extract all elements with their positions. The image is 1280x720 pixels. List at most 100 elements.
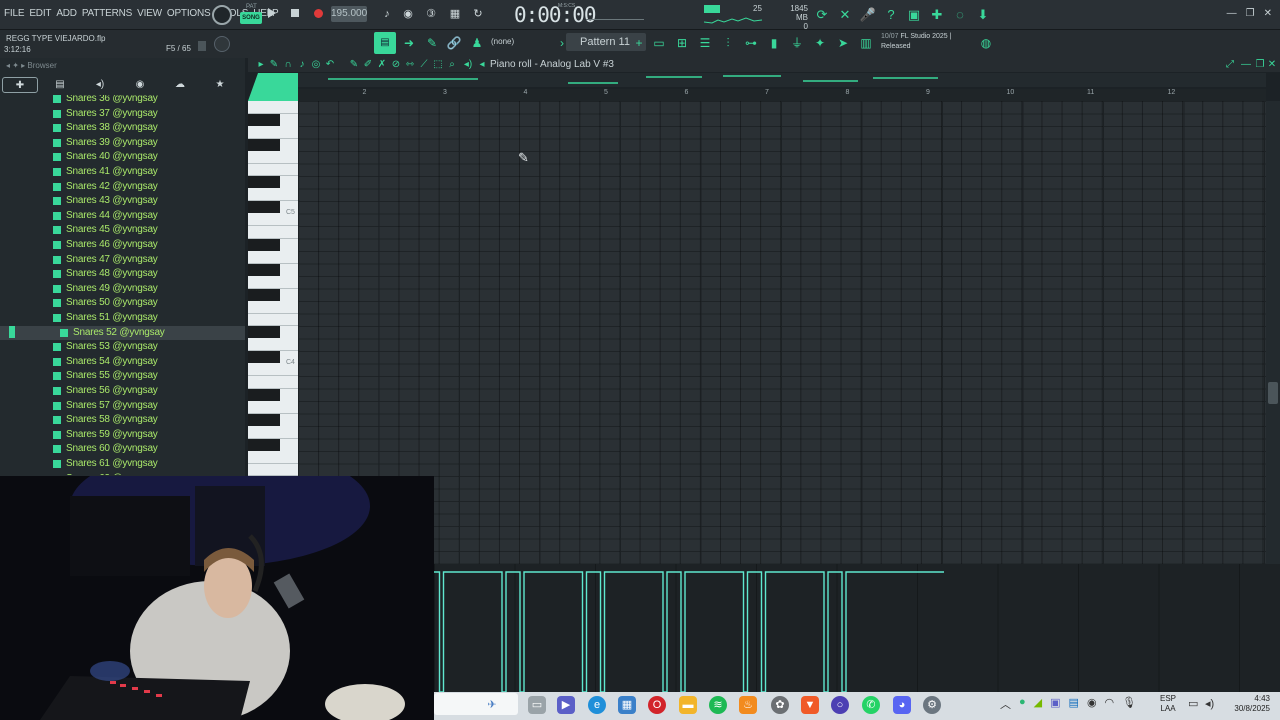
black-key[interactable] bbox=[248, 413, 280, 426]
detach-icon[interactable]: ⤢ bbox=[1224, 59, 1236, 71]
black-key[interactable] bbox=[248, 176, 280, 188]
store-icon[interactable]: ▦ bbox=[618, 696, 636, 714]
close-icon[interactable]: ✕ bbox=[1264, 8, 1272, 19]
metronome-icon[interactable]: ♪ bbox=[378, 7, 396, 21]
channel-rack-icon[interactable]: ⊞ bbox=[673, 35, 691, 51]
vertical-scrollbar[interactable] bbox=[1266, 101, 1280, 564]
tray-green-icon[interactable]: ● bbox=[1019, 696, 1026, 712]
browser-tree-icon[interactable]: ⊶ bbox=[742, 35, 760, 51]
record-button[interactable] bbox=[314, 9, 323, 18]
black-key[interactable] bbox=[248, 326, 280, 338]
menu-options[interactable]: OPTIONS bbox=[167, 8, 211, 19]
menu-edit[interactable]: EDIT bbox=[29, 8, 51, 19]
menu-file[interactable]: FILE bbox=[4, 8, 25, 19]
browser-item[interactable]: Snares 38 @yvngsay bbox=[0, 121, 245, 136]
undo-icon[interactable]: ↶ bbox=[324, 59, 336, 71]
browser-item[interactable]: Snares 62 @yvngsay bbox=[0, 472, 245, 475]
mic-icon[interactable]: 🎤 bbox=[859, 6, 877, 24]
zoom-icon[interactable]: ⌕ bbox=[446, 59, 458, 71]
star-tab-icon[interactable]: ★ bbox=[202, 77, 238, 93]
circle-app-icon[interactable]: ○ bbox=[831, 696, 849, 714]
all-tab-plus-icon[interactable]: ✚ bbox=[2, 77, 38, 93]
tray-teams-icon[interactable]: ▣ bbox=[1050, 696, 1060, 712]
teams-icon[interactable]: ▶ bbox=[557, 696, 575, 714]
tray-mic-icon[interactable]: 🎙 bbox=[1122, 696, 1136, 712]
browser-item[interactable]: Snares 49 @yvngsay bbox=[0, 282, 245, 297]
brave-icon[interactable]: ▼ bbox=[801, 696, 819, 714]
taskbar-search[interactable] bbox=[434, 693, 518, 715]
plugin-icon[interactable]: ✚ bbox=[928, 6, 946, 24]
browser-item[interactable]: Snares 54 @yvngsay bbox=[0, 355, 245, 370]
plug-icon[interactable]: ⏚ bbox=[788, 35, 806, 51]
settings-icon[interactable]: ⚙ bbox=[923, 696, 941, 714]
browser-item[interactable]: Snares 57 @yvngsay bbox=[0, 399, 245, 414]
menu-add[interactable]: ADD bbox=[56, 8, 77, 19]
help-icon[interactable]: ? bbox=[882, 6, 900, 24]
slip-icon[interactable]: ⇿ bbox=[404, 59, 416, 71]
browser-item[interactable]: Snares 44 @yvngsay bbox=[0, 209, 245, 224]
speaker-icon[interactable]: ◂) bbox=[462, 59, 474, 71]
tray-nvidia-icon[interactable]: ◢ bbox=[1034, 696, 1042, 712]
tempo-display[interactable]: 195.000 bbox=[331, 6, 367, 22]
disc-tab-icon[interactable]: ◉ bbox=[122, 77, 158, 93]
minimize-icon[interactable]: — bbox=[1227, 8, 1237, 19]
folder-icon[interactable]: ▬ bbox=[679, 696, 697, 714]
black-key[interactable] bbox=[248, 238, 280, 251]
chat-icon[interactable]: ◌ bbox=[951, 6, 969, 24]
airplane-icon[interactable]: ✈ bbox=[483, 696, 501, 714]
piano-keyboard[interactable]: C5 C4 bbox=[248, 101, 298, 476]
delete-icon[interactable]: ✗ bbox=[376, 59, 388, 71]
select-icon[interactable]: ⬚ bbox=[432, 59, 444, 71]
black-key[interactable] bbox=[248, 288, 280, 301]
edge-icon[interactable]: e bbox=[588, 696, 606, 714]
magnet-icon[interactable]: ∩ bbox=[282, 59, 294, 71]
cloud-tab-icon[interactable]: ☁ bbox=[162, 77, 198, 93]
news-panel[interactable]: 10/07 FL Studio 2025 | Released bbox=[881, 32, 951, 52]
mute-icon[interactable]: ⊘ bbox=[390, 59, 402, 71]
volume-icon[interactable]: ◂) bbox=[1205, 697, 1214, 710]
black-key[interactable] bbox=[248, 113, 280, 126]
browser-item[interactable]: Snares 53 @yvngsay bbox=[0, 340, 245, 355]
send-icon[interactable]: ➤ bbox=[834, 35, 852, 51]
tray-chevron-up-icon[interactable]: ︿ bbox=[1000, 696, 1011, 712]
tray-steam-icon[interactable]: ◉ bbox=[1087, 696, 1097, 712]
vertical-scroll-thumb[interactable] bbox=[1268, 382, 1278, 404]
black-key[interactable] bbox=[248, 388, 280, 401]
note-grid[interactable] bbox=[298, 101, 1266, 564]
browser-item[interactable]: Snares 50 @yvngsay bbox=[0, 296, 245, 311]
slice-icon[interactable]: ⟋ bbox=[418, 59, 430, 71]
slider-handle[interactable] bbox=[198, 41, 206, 51]
browser-item[interactable]: Snares 41 @yvngsay bbox=[0, 165, 245, 180]
browser-item[interactable]: Snares 47 @yvngsay bbox=[0, 253, 245, 268]
browser-item[interactable]: Snares 51 @yvngsay bbox=[0, 311, 245, 326]
black-key[interactable] bbox=[248, 351, 280, 363]
menu-arrow-icon[interactable]: ▸ bbox=[255, 59, 267, 71]
tools-icon[interactable]: ✦ bbox=[811, 35, 829, 51]
browser-item[interactable]: Snares 46 @yvngsay bbox=[0, 238, 245, 253]
browser-item[interactable]: Snares 56 @yvngsay bbox=[0, 384, 245, 399]
opera-icon[interactable]: O bbox=[648, 696, 666, 714]
black-key[interactable] bbox=[248, 438, 280, 451]
browser-item[interactable]: Snares 36 @yvngsay bbox=[0, 95, 245, 107]
black-key[interactable] bbox=[248, 263, 280, 276]
system-clock[interactable]: 4:43 30/8/2025 bbox=[1226, 694, 1270, 714]
options-arrow-icon[interactable]: ◂ bbox=[476, 59, 488, 71]
black-key[interactable] bbox=[248, 201, 280, 213]
browser-item[interactable]: Snares 39 @yvngsay bbox=[0, 136, 245, 151]
blend-notes-icon[interactable]: ▦ bbox=[446, 7, 464, 21]
browser-item[interactable]: Snares 40 @yvngsay bbox=[0, 150, 245, 165]
file-tab-icon[interactable]: ▤ bbox=[42, 77, 78, 93]
download-icon[interactable]: ⬇ bbox=[974, 6, 992, 24]
pencil-tool-icon[interactable]: ✎ bbox=[423, 35, 441, 51]
language-indicator[interactable]: ESP LAA bbox=[1160, 694, 1176, 714]
discord-icon[interactable]: ◕ bbox=[893, 696, 911, 714]
snap-button[interactable]: ▤ bbox=[374, 32, 396, 54]
browser-item[interactable]: Snares 58 @yvngsay bbox=[0, 413, 245, 428]
refresh-icon[interactable]: ⟳ bbox=[813, 6, 831, 24]
pencil-icon[interactable]: ✎ bbox=[268, 59, 280, 71]
pr-minimize-icon[interactable]: — bbox=[1240, 59, 1252, 71]
speaker-tab-icon[interactable]: ◂) bbox=[82, 77, 118, 93]
master-volume-knob[interactable] bbox=[212, 5, 232, 25]
browser-item[interactable]: Snares 55 @yvngsay bbox=[0, 369, 245, 384]
browser-item[interactable]: Snares 37 @yvngsay bbox=[0, 107, 245, 122]
